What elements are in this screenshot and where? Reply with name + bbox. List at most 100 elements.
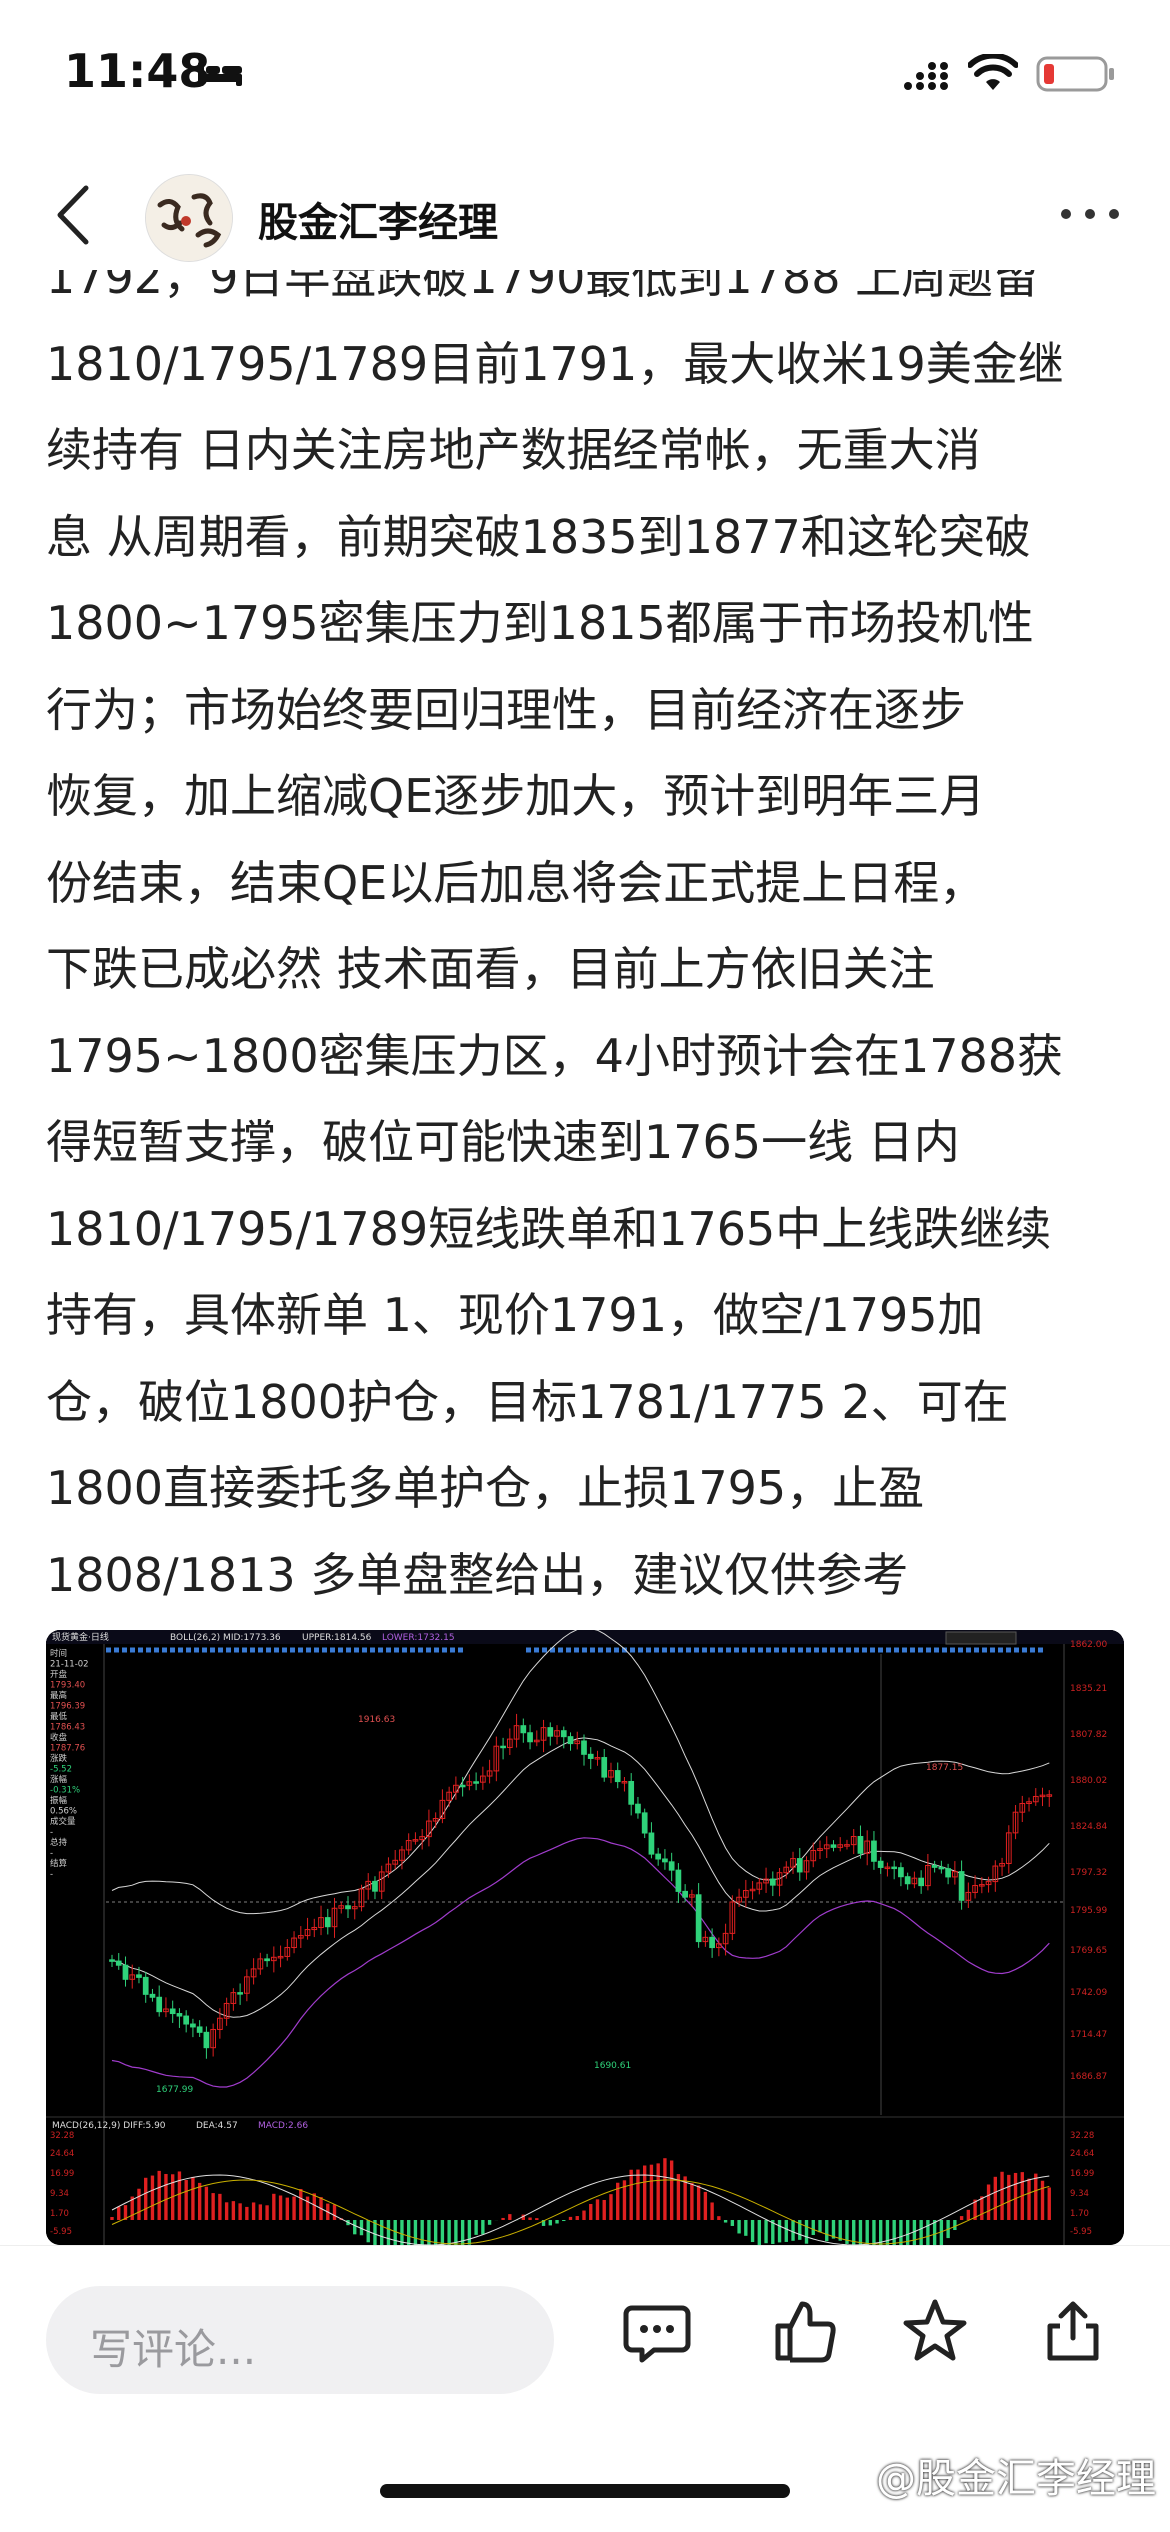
price-tick: 1824.84 — [1070, 1822, 1107, 1832]
price-annotation: 1690.61 — [594, 2061, 631, 2071]
candle-body — [769, 1878, 776, 1886]
info-label: 总持 — [50, 1837, 68, 1848]
share-icon[interactable] — [1038, 2296, 1108, 2366]
battery-icon — [1036, 56, 1114, 92]
candle-body — [372, 1880, 378, 1892]
candle-body — [122, 1964, 129, 1980]
article-line: 持有，具体新单 1、现价1791，做空/1795加 — [46, 1288, 984, 1342]
candle-body — [877, 1860, 884, 1868]
candle-body — [601, 1757, 608, 1778]
info-label: 时间 — [50, 1648, 67, 1659]
candle-body — [796, 1858, 803, 1873]
price-annotation: 1677.99 — [156, 2085, 193, 2095]
candle-body — [662, 1858, 668, 1863]
star-icon[interactable] — [900, 2296, 970, 2366]
candle-body — [142, 1976, 149, 1995]
article-line: 1810/1795/1789目前1791，最大收米19美金继 — [46, 336, 1064, 391]
candle-body — [655, 1853, 662, 1860]
comment-icon[interactable] — [622, 2296, 692, 2366]
candle-body — [547, 1727, 554, 1737]
macd-tick-left: 1.70 — [50, 2209, 69, 2219]
info-label: - — [50, 1870, 53, 1880]
chart-upper: UPPER:1814.56 — [302, 1633, 372, 1643]
candle-body — [345, 1905, 351, 1910]
macd-tick-left: 32.28 — [50, 2131, 74, 2141]
macd-tick: 24.64 — [1070, 2149, 1094, 2159]
candle-body — [190, 2023, 196, 2028]
candle-body — [675, 1869, 682, 1892]
info-label: 1786.43 — [50, 1723, 85, 1733]
candle-body — [668, 1861, 675, 1871]
macd-tick-left: 16.99 — [50, 2169, 74, 2179]
price-annotation: 1916.63 — [358, 1715, 395, 1725]
price-tick: 1769.65 — [1070, 1946, 1107, 1956]
candle-body — [945, 1868, 951, 1878]
price-tick: 1880.02 — [1070, 1776, 1107, 1786]
wifi-icon — [968, 54, 1018, 90]
info-label: 最高 — [50, 1690, 67, 1701]
chart-image[interactable]: 现货黄金·日线 BOLL(26,2) MID:1773.36 UPPER:181… — [46, 1630, 1124, 2245]
candle-body — [136, 1974, 142, 1978]
macd-tick: 16.99 — [1070, 2169, 1094, 2179]
candle-body — [857, 1835, 864, 1854]
watermark: @股金汇李经理 — [876, 2456, 1156, 2502]
candle-body — [904, 1876, 911, 1885]
article-line: 得短暂支撑，破位可能快速到1765一线 日内 — [46, 1115, 960, 1169]
macd-tick: -5.95 — [1070, 2227, 1092, 2237]
candle-body — [196, 2026, 203, 2033]
candle-body — [695, 1894, 702, 1943]
info-label: 涨幅 — [50, 1774, 68, 1785]
article-line: 份结束，结束QE以后加息将会正式提上日程， — [46, 855, 986, 910]
candle-body — [500, 1745, 506, 1749]
info-label: 1787.76 — [50, 1744, 85, 1754]
info-label: 21-11-02 — [50, 1660, 89, 1670]
candle-body — [871, 1840, 877, 1862]
comment-input[interactable]: 写评论... — [46, 2286, 554, 2394]
article-line: 1800直接委托多单护仓，止损1795，止盈 — [46, 1461, 925, 1515]
candle-body — [682, 1890, 689, 1898]
info-label: -5.52 — [50, 1765, 72, 1775]
candle-body — [527, 1732, 533, 1743]
candle-body — [931, 1865, 938, 1868]
candle-body — [830, 1844, 837, 1848]
info-label: 结算 — [50, 1858, 68, 1869]
candle-body — [635, 1803, 641, 1814]
status-bar: 11:48 — [0, 0, 1170, 150]
article-text: 1792，9日早盘跌破1790最低到1788 上周题留 1810/1795/178… — [46, 270, 1126, 1600]
candle-body — [109, 1959, 115, 1962]
page-title[interactable]: 股金汇李经理 — [258, 190, 498, 248]
candlestick-chart: 现货黄金·日线 BOLL(26,2) MID:1773.36 UPPER:181… — [46, 1630, 1124, 2245]
avatar[interactable] — [145, 174, 233, 262]
cellular-signal-icon — [904, 62, 948, 90]
article-line: 恢复，加上缩减QE逐步加大，预计到明年三月 — [46, 769, 986, 823]
candle-body — [898, 1867, 904, 1878]
candle-body — [520, 1725, 527, 1734]
article-line: 仓，破位1800护仓，目标1781/1775 2、可在 — [46, 1374, 1009, 1429]
macd-tick: 1.70 — [1070, 2209, 1089, 2219]
info-label: - — [50, 1828, 53, 1838]
info-label: 1793.40 — [50, 1681, 85, 1691]
candle-body — [709, 1936, 715, 1949]
info-label: 涨跌 — [50, 1753, 68, 1764]
more-options-icon[interactable] — [1058, 204, 1122, 224]
candle-body — [156, 1996, 163, 2013]
price-tick: 1862.00 — [1070, 1640, 1107, 1650]
info-label: 收盘 — [50, 1732, 68, 1743]
info-label: 开盘 — [50, 1669, 68, 1680]
nav-bar: 股金汇李经理 — [0, 160, 1170, 270]
candle-body — [459, 1784, 466, 1788]
article-line: 续持有 日内关注房地产数据经常帐，无重大消 — [46, 423, 981, 477]
price-tick: 1742.09 — [1070, 1988, 1107, 1998]
candle-body — [183, 2015, 190, 2025]
macd-label: MACD(26,12,9) DIFF:5.90 — [52, 2121, 166, 2131]
comment-placeholder: 写评论... — [90, 2325, 257, 2374]
sleep-focus-icon — [198, 62, 242, 86]
article-line: 1800~1795密集压力到1815都属于市场投机性 — [46, 596, 1034, 650]
candle-body — [560, 1730, 567, 1738]
back-arrow-icon[interactable] — [50, 182, 94, 248]
article-line: 行为；市场始终要回归理性，目前经济在逐步 — [46, 682, 966, 737]
home-indicator[interactable] — [380, 2484, 790, 2498]
like-icon[interactable] — [770, 2296, 840, 2366]
price-annotation: 1877.15 — [926, 1763, 963, 1773]
candle-body — [115, 1960, 122, 1966]
